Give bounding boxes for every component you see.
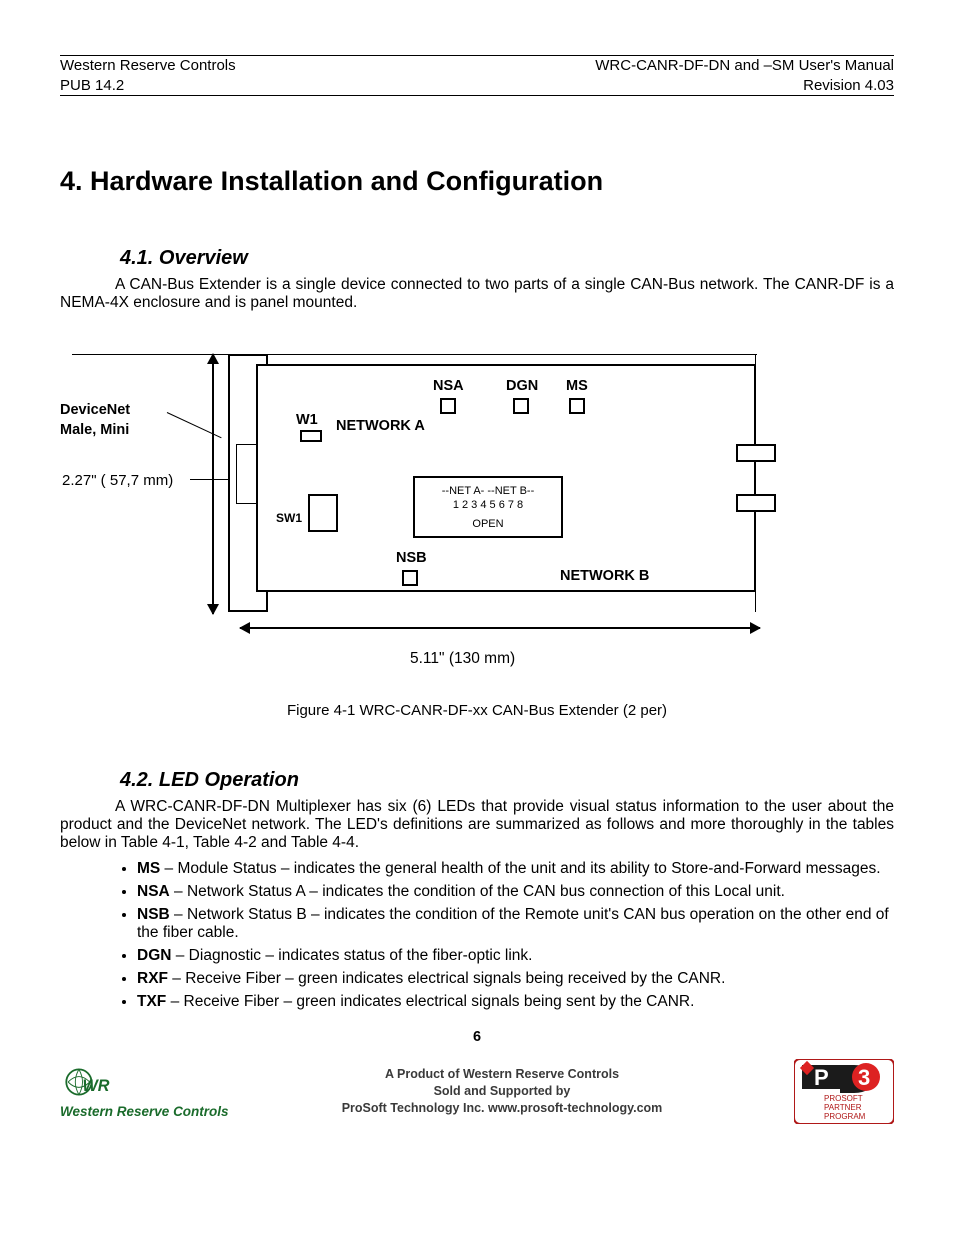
list-item: TXF – Receive Fiber – green indicates el… [137, 993, 894, 1011]
w1-jumper-icon [300, 430, 322, 442]
width-dimension: 5.11" (130 mm) [410, 650, 515, 668]
header-manual-title: WRC-CANR-DF-DN and –SM User's Manual [595, 56, 894, 76]
header-pub: PUB 14.2 [60, 76, 236, 96]
svg-text:PARTNER: PARTNER [824, 1103, 862, 1112]
list-item: DGN – Diagnostic – indicates status of t… [137, 947, 894, 965]
page-number: 6 [60, 1029, 894, 1045]
dip-numbers: 1 2 3 4 5 6 7 8 [415, 498, 561, 512]
svg-text:PROSOFT: PROSOFT [824, 1094, 863, 1103]
svg-text:P: P [814, 1065, 829, 1090]
list-item: RXF – Receive Fiber – green indicates el… [137, 970, 894, 988]
page-header: Western Reserve Controls PUB 14.2 WRC-CA… [60, 56, 894, 95]
height-dimension: 2.27" ( 57,7 mm) [62, 472, 173, 489]
header-company: Western Reserve Controls [60, 56, 236, 76]
figure-4-1: DeviceNet Male, Mini 2.27" ( 57,7 mm) ST… [60, 352, 894, 682]
horizontal-dimension-arrow [240, 627, 760, 629]
sw1-switch-icon [308, 494, 338, 532]
dip-net-labels: --NET A- --NET B-- [415, 484, 561, 498]
network-a-label: NETWORK A [336, 418, 425, 434]
devicenet-label-2: Male, Mini [60, 422, 129, 438]
vertical-dimension-arrow [212, 354, 214, 614]
ms-led-icon [569, 398, 585, 414]
section-4-1-body: A CAN-Bus Extender is a single device co… [60, 276, 894, 312]
led-definitions-list: MS – Module Status – indicates the gener… [115, 860, 894, 1011]
footer-line-2: Sold and Supported by [342, 1083, 663, 1100]
footer-line-1: A Product of Western Reserve Controls [342, 1066, 663, 1083]
list-item: MS – Module Status – indicates the gener… [137, 860, 894, 878]
section-4-2-body: A WRC-CANR-DF-DN Multiplexer has six (6)… [60, 798, 894, 852]
svg-text:PROGRAM: PROGRAM [824, 1112, 866, 1121]
nsa-led-icon [440, 398, 456, 414]
dgn-led-icon [513, 398, 529, 414]
section-4-1-heading: 4.1. Overview [120, 247, 894, 270]
dgn-label: DGN [506, 378, 538, 394]
chapter-title: 4. Hardware Installation and Configurati… [60, 166, 894, 197]
fiber-port-icon [736, 494, 776, 512]
devicenet-label-1: DeviceNet [60, 402, 130, 418]
sw1-label: SW1 [276, 511, 302, 525]
dip-switch-box: --NET A- --NET B-- 1 2 3 4 5 6 7 8 OPEN [413, 476, 563, 538]
page-footer: WRC Western Reserve Controls A Product o… [60, 1059, 894, 1124]
list-item: NSA – Network Status A – indicates the c… [137, 883, 894, 901]
header-revision: Revision 4.03 [595, 76, 894, 96]
p3-partner-logo-icon: P 3 PROSOFT PARTNER PROGRAM [794, 1059, 894, 1124]
dip-open-label: OPEN [415, 517, 561, 531]
nsa-label: NSA [433, 378, 464, 394]
svg-text:3: 3 [858, 1065, 870, 1090]
w1-label: W1 [296, 412, 318, 428]
nsb-led-icon [402, 570, 418, 586]
wrc-logo-icon: WRC Western Reserve Controls [60, 1064, 210, 1119]
network-b-label: NETWORK B [560, 568, 649, 584]
footer-line-3: ProSoft Technology Inc. www.prosoft-tech… [342, 1100, 663, 1117]
list-item: NSB – Network Status B – indicates the c… [137, 906, 894, 942]
ms-label: MS [566, 378, 588, 394]
svg-text:WRC: WRC [83, 1077, 111, 1095]
fiber-port-icon [736, 444, 776, 462]
figure-dim-topline [72, 354, 757, 355]
wrc-logo-text: Western Reserve Controls [60, 1104, 229, 1119]
nsb-label: NSB [396, 550, 427, 566]
enclosure-box: NSA DGN MS W1 NETWORK A SW1 --NET A- --N… [256, 364, 756, 592]
figure-caption: Figure 4-1 WRC-CANR-DF-xx CAN-Bus Extend… [60, 702, 894, 719]
section-4-2-heading: 4.2. LED Operation [120, 769, 894, 792]
